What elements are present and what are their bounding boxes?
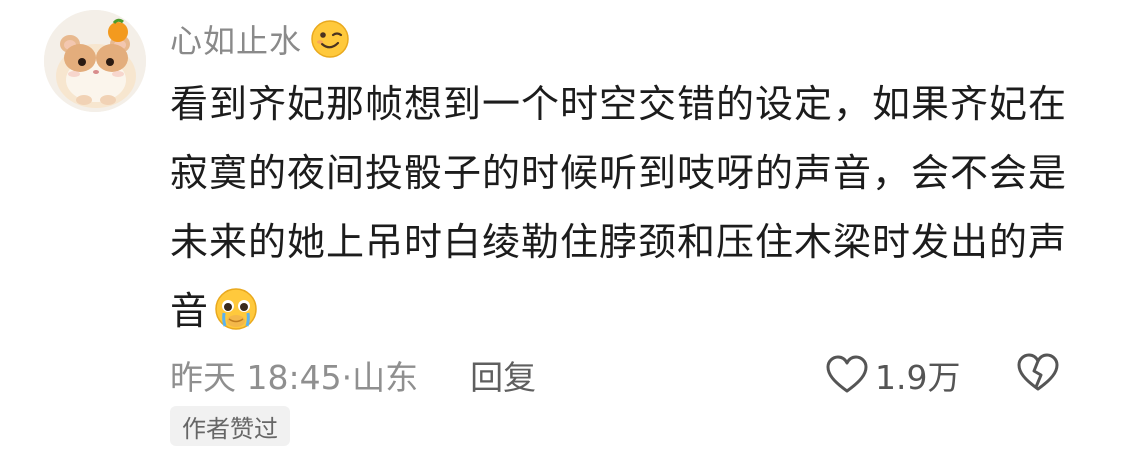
pleading-crying-face-icon [215,288,257,330]
avatar[interactable] [44,10,146,112]
heart-icon [826,355,868,393]
username[interactable]: 心如止水 [170,16,302,62]
comment-time: 昨天 18:45· [170,358,353,397]
comment-actions: 1.9万 [825,350,1060,400]
comment-text-content: 看到齐妃那帧想到一个时空交错的设定，如果齐妃在寂寞的夜间投骰子的时候听到吱呀的声… [170,82,1068,333]
comment-location: 山东 [352,358,419,397]
like-button[interactable]: 1.9万 [825,351,960,399]
reply-button[interactable]: 回复 [470,351,536,399]
comment-meta: 昨天 18:45· 山东 回复 [170,350,536,400]
author-liked-badge: 作者赞过 [170,406,290,446]
author-liked-label: 作者赞过 [182,414,278,443]
comment-text: 看到齐妃那帧想到一个时空交错的设定，如果齐妃在寂寞的夜间投骰子的时候听到吱呀的声… [170,70,1085,346]
comment-item: 心如止水 看到齐妃那帧想到一个时空交错的设定，如果齐妃在寂寞的夜间投骰子的时候听… [0,0,1125,460]
hamster-avatar-icon [44,10,146,112]
broken-heart-icon [1017,353,1059,391]
like-count: 1.9万 [875,358,961,397]
winking-face-icon [311,20,349,58]
username-row: 心如止水 [170,14,350,64]
dislike-button[interactable] [1016,353,1060,397]
